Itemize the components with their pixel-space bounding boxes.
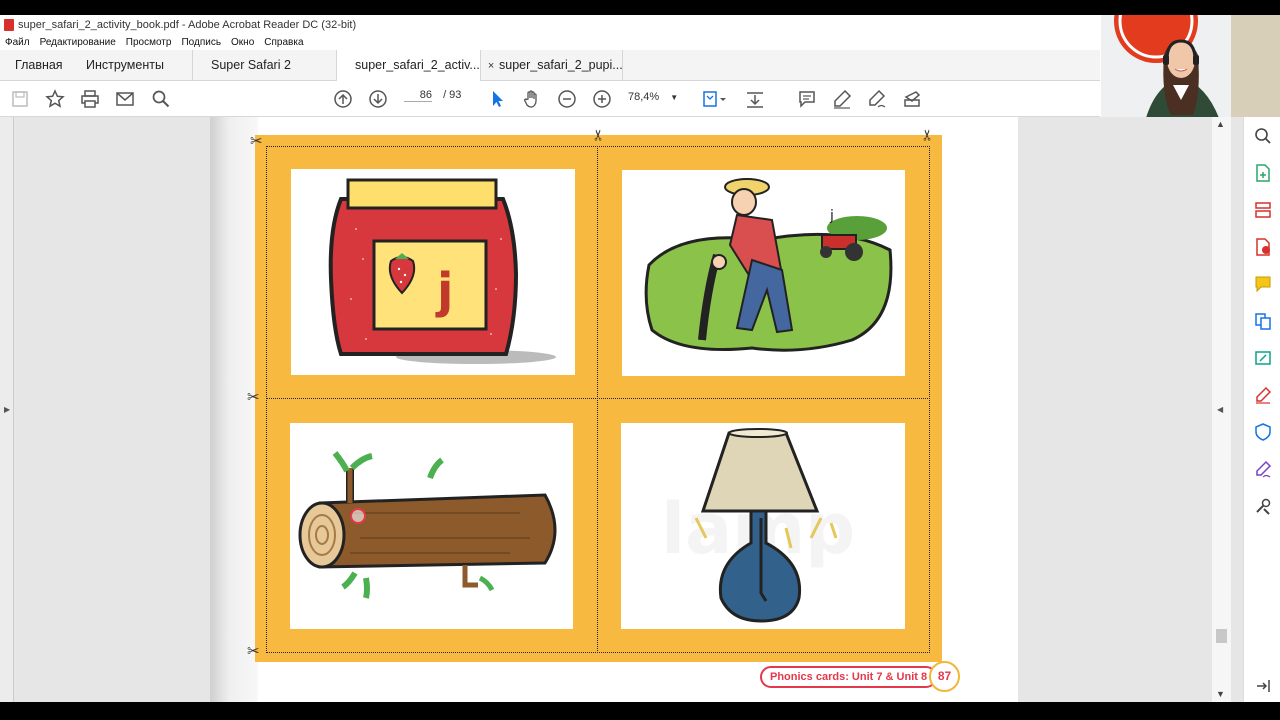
scrollbar-thumb[interactable] [1216, 629, 1227, 643]
screen-top-bar [0, 0, 1280, 15]
presenter-video [1101, 15, 1280, 118]
vertical-scrollbar[interactable]: ▲ ◀ ▼ [1212, 117, 1231, 702]
print-icon[interactable] [80, 89, 100, 109]
zoom-out-icon[interactable] [557, 89, 577, 109]
tab-bar: Главная Инструменты Super Safari 2 Lette… [0, 50, 1100, 103]
webcam-overlay [1101, 15, 1280, 118]
tab-document-label: super_safari_2_activ... [355, 58, 480, 72]
tab-tools[interactable]: Инструменты [86, 50, 164, 81]
left-panel-toggle[interactable]: ▶ [0, 117, 14, 702]
pdf-app-icon [4, 19, 14, 31]
email-icon[interactable] [115, 89, 135, 109]
bookmark-star-icon[interactable] [45, 89, 65, 109]
tab-document-pupils-book[interactable]: super_safari_2_pupi... [480, 50, 623, 81]
collapse-pane-icon[interactable] [1253, 676, 1273, 696]
tab-home[interactable]: Главная [15, 50, 63, 81]
scissors-icon: ✂ [250, 133, 263, 150]
cut-line-horizontal [266, 398, 930, 399]
menu-view[interactable]: Просмотр [121, 37, 177, 48]
printed-page-number: 87 [929, 661, 960, 692]
comment-icon[interactable] [797, 89, 817, 109]
zoom-in-icon[interactable] [592, 89, 612, 109]
tools-pane [1243, 117, 1280, 702]
more-tools-icon[interactable] [1253, 496, 1273, 516]
organize-pages-icon[interactable] [1253, 200, 1273, 220]
create-pdf-icon[interactable] [1253, 163, 1273, 183]
scissors-icon: ✂ [919, 128, 937, 142]
phonics-card-farmer: j [622, 170, 905, 376]
screen-bottom-bar [0, 702, 1280, 720]
prev-page-icon[interactable] [333, 89, 353, 109]
tab-document-letters[interactable]: Super Safari 2 Lette... [192, 50, 336, 103]
scissors-icon: ✂ [590, 128, 608, 142]
acrobat-window: super_safari_2_activity_book.pdf - Adobe… [0, 0, 1280, 720]
card-letter: j [829, 208, 834, 224]
page-number-input[interactable]: 86 [404, 89, 432, 102]
scroll-mode-icon[interactable] [745, 89, 765, 109]
tab-document-activity-book[interactable]: super_safari_2_activ... × [336, 50, 494, 82]
send-for-signature-icon[interactable] [1253, 459, 1273, 479]
lamp-illustration: lamp [661, 428, 855, 623]
save-icon[interactable] [10, 89, 30, 109]
card-letter: j [435, 263, 453, 319]
hand-tool-icon[interactable] [522, 89, 542, 109]
phonics-cards-label: Phonics cards: Unit 7 & Unit 8 [760, 666, 938, 688]
pdf-page: ✂ ✂ ✂ ✂ ✂ j j Phonics cards: Unit 7 & Un… [210, 117, 1018, 702]
expand-left-icon[interactable]: ▶ [4, 405, 10, 414]
next-page-icon[interactable] [368, 89, 388, 109]
cursor-icon [350, 508, 366, 524]
phonics-card-lamp: lamp [621, 423, 905, 629]
sign-icon[interactable] [867, 89, 887, 109]
scroll-down-icon[interactable]: ▼ [1216, 689, 1225, 699]
book-spine-shadow [210, 117, 258, 702]
scroll-up-icon[interactable]: ▲ [1216, 119, 1225, 129]
menu-sign[interactable]: Подпись [176, 37, 226, 48]
scissors-icon: ✂ [247, 643, 260, 660]
menu-edit[interactable]: Редактирование [35, 37, 121, 48]
zoom-level-select[interactable]: 78,4% ▼ [628, 91, 678, 103]
scissors-icon: ✂ [247, 389, 260, 406]
zoom-level-value: 78,4% [628, 91, 660, 103]
collapse-right-icon[interactable]: ◀ [1217, 405, 1223, 414]
combine-files-icon[interactable] [1253, 311, 1273, 331]
menu-window[interactable]: Окно [226, 37, 259, 48]
search-tool-icon[interactable] [1253, 126, 1273, 146]
fill-sign-icon[interactable] [1253, 385, 1273, 405]
menu-bar: Файл Редактирование Просмотр Подпись Окн… [0, 35, 1100, 50]
share-icon[interactable] [902, 89, 922, 109]
select-cursor-icon[interactable] [487, 89, 507, 109]
chevron-down-icon: ▼ [670, 93, 679, 102]
menu-file[interactable]: Файл [0, 37, 35, 48]
phonics-card-jam: j [291, 169, 575, 375]
edit-pdf-icon[interactable] [1253, 348, 1273, 368]
window-title: super_safari_2_activity_book.pdf - Adobe… [18, 19, 357, 31]
page-total: / 93 [443, 89, 462, 101]
log-illustration [298, 451, 557, 599]
export-pdf-icon[interactable] [1253, 237, 1273, 257]
tab-document-label: super_safari_2_pupi... [499, 58, 623, 72]
highlight-icon[interactable] [832, 89, 852, 109]
cut-line-vertical [597, 146, 598, 653]
search-icon[interactable] [151, 89, 171, 109]
protect-shield-icon[interactable] [1253, 422, 1273, 442]
page-navigator: 86 / 93 [404, 89, 461, 102]
farmer-illustration: j [644, 178, 893, 352]
title-bar: super_safari_2_activity_book.pdf - Adobe… [0, 15, 1100, 35]
fit-page-icon[interactable] [700, 89, 730, 109]
menu-help[interactable]: Справка [259, 37, 308, 48]
comment-tool-icon[interactable] [1253, 274, 1273, 294]
toolbar: 86 / 93 78,4% ▼ [0, 81, 1100, 117]
phonics-card-log [290, 423, 573, 629]
jam-jar-illustration: j [328, 178, 556, 364]
